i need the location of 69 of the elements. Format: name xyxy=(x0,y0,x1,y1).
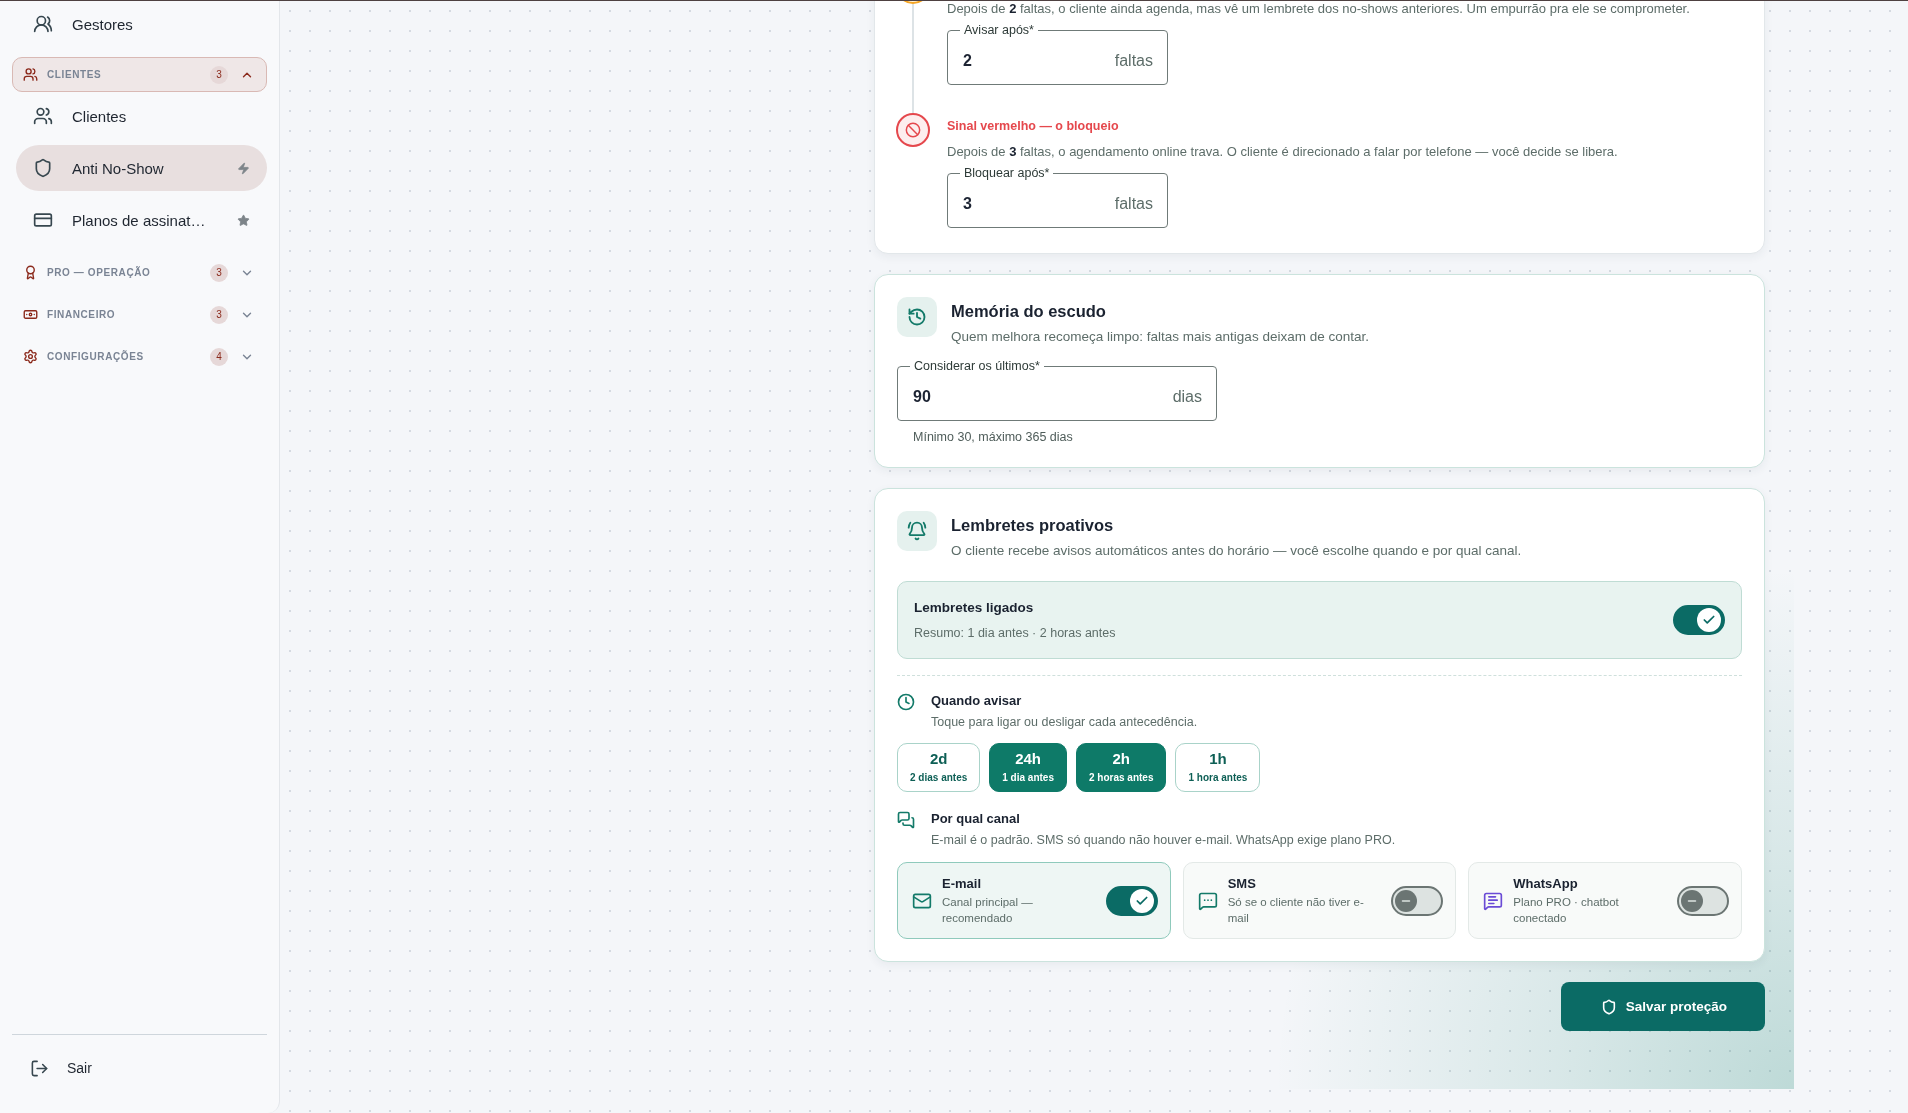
shield-icon xyxy=(1600,998,1617,1015)
step-description: Depois de 2 faltas, o cliente ainda agenda, mas vê um lembrete dos no-shows anteriores. Um empurrão pra ele se comprometer. xyxy=(947,1,1691,18)
count-badge: 4 xyxy=(210,347,228,366)
step-title: Sinal vermelho — o bloqueio xyxy=(947,118,1120,135)
section-subtitle: E-mail é o padrão. SMS só quando não houver e-mail. WhatsApp exige plano PRO. xyxy=(931,832,1396,849)
toggle-summary: Resumo: 1 dia antes · 2 horas antes xyxy=(914,625,1116,642)
save-button[interactable]: Salvar proteção xyxy=(1560,982,1765,1031)
bell-icon xyxy=(897,511,937,551)
section-subtitle: Toque para ligar ou desligar cada antecedência. xyxy=(931,714,1198,731)
field-value: 2 xyxy=(962,51,973,71)
channel-name: SMS xyxy=(1227,875,1257,892)
people-icon xyxy=(33,106,53,126)
settings-icon xyxy=(23,349,38,364)
timing-chip[interactable]: 2h 2 horas antes xyxy=(1075,743,1167,792)
toggle-switch[interactable] xyxy=(1677,885,1729,916)
number-field[interactable]: Considerar os últimos* 90 dias xyxy=(897,358,1217,421)
channel-description: Plano PRO · chatbot conectado xyxy=(1513,895,1620,926)
channel-description: Só se o cliente não tiver e-mail xyxy=(1227,895,1365,926)
field-value: 3 xyxy=(962,194,973,214)
card-title: Lembretes proativos xyxy=(951,515,1115,536)
timing-chip[interactable]: 24h 1 dia antes xyxy=(989,743,1067,792)
bolt-icon xyxy=(237,161,250,175)
nav-item[interactable]: Gestores xyxy=(16,1,267,47)
toggle-switch[interactable] xyxy=(1105,885,1158,916)
card-title: Memória do escudo xyxy=(951,301,1107,322)
card-subtitle: O cliente recebe avisos automáticos antes do horário — você escolhe quando e por qual canal. xyxy=(951,542,1522,560)
section-title: Quando avisar xyxy=(931,692,1023,710)
step-description: Depois de 3 faltas, o agendamento online trava. O cliente é direcionado a falar por telefone — você decide se libera. xyxy=(947,143,1619,161)
number-field[interactable]: Avisar após* 2 faltas xyxy=(947,22,1168,85)
section-title: Por qual canal xyxy=(931,810,1021,828)
card-icon xyxy=(33,210,53,230)
channel-name: WhatsApp xyxy=(1513,875,1579,892)
logout-icon xyxy=(30,1058,49,1078)
channel-name: E-mail xyxy=(942,875,982,892)
nav-group-header[interactable]: PRO — OPERAÇÃO 3 xyxy=(12,255,267,290)
unit-label: dias xyxy=(1172,388,1202,406)
card-subtitle: Quem melhora recomeça limpo: faltas mais antigas deixam de contar. xyxy=(951,328,1369,346)
nav-group-header[interactable]: FINANCEIRO 3 xyxy=(12,297,267,332)
history-icon xyxy=(897,297,937,337)
number-field[interactable]: Bloquear após* 3 faltas xyxy=(947,165,1168,228)
unit-label: faltas xyxy=(1114,195,1153,213)
check-icon xyxy=(1702,613,1716,627)
count-badge: 3 xyxy=(210,65,228,84)
nav-group-header[interactable]: CLIENTES 3 xyxy=(12,57,267,92)
nav-group-header[interactable]: CONFIGURAÇÕES 4 xyxy=(12,339,267,374)
people-icon xyxy=(23,67,38,82)
helper-text: Mínimo 30, máximo 365 dias xyxy=(913,429,1074,445)
unit-label: faltas xyxy=(1114,52,1153,70)
nav-item[interactable]: Clientes xyxy=(16,93,267,139)
toggle-switch[interactable] xyxy=(1673,605,1725,635)
field-value: 90 xyxy=(912,387,932,407)
timing-chip[interactable]: 2d 2 dias antes xyxy=(897,743,981,792)
toggle-title: Lembretes ligados xyxy=(914,599,1035,617)
clock-icon xyxy=(897,693,915,711)
blocked-icon xyxy=(896,113,930,147)
nav-item[interactable]: Anti No-Show xyxy=(16,145,267,191)
toggle-switch[interactable] xyxy=(1391,885,1444,916)
shield-icon xyxy=(33,158,53,178)
count-badge: 3 xyxy=(210,263,228,282)
people-icon xyxy=(33,14,53,34)
nav-item[interactable]: Planos de assinat… xyxy=(16,197,267,243)
channel-description: Canal principal — recomendado xyxy=(942,895,1034,926)
star-icon xyxy=(237,213,250,227)
timing-chip[interactable]: 1h 1 hora antes xyxy=(1175,743,1261,792)
banknote-icon xyxy=(23,307,38,322)
count-badge: 3 xyxy=(210,305,228,324)
chat-icon xyxy=(897,811,915,829)
logout-button[interactable]: Sair xyxy=(12,1045,267,1091)
award-icon xyxy=(23,265,38,280)
